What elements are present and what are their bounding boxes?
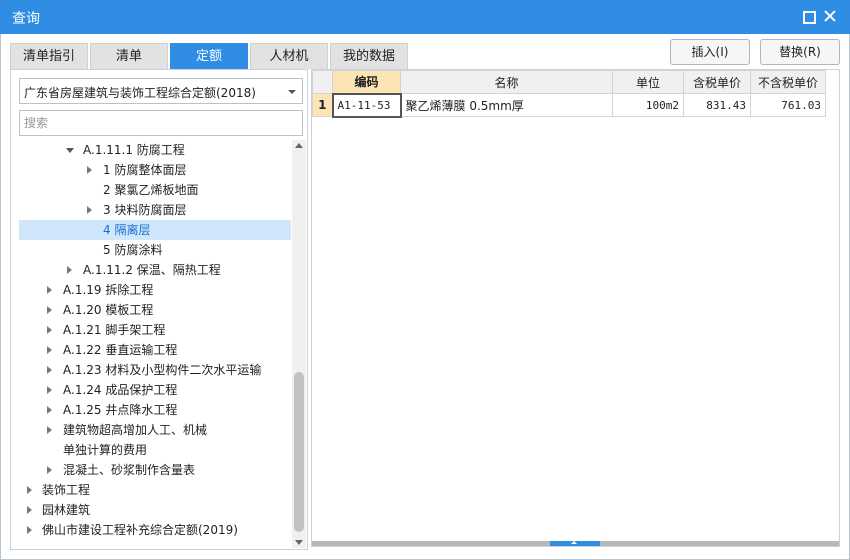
collapse-arrow-icon[interactable] <box>27 486 32 494</box>
header-notax-price[interactable]: 不含税单价 <box>750 70 826 94</box>
results-panel: 编码 名称 单位 含税单价 不含税单价 1 A1-11-53 聚乙烯薄膜 0.5… <box>311 69 840 547</box>
tab-list[interactable]: 清单 <box>90 43 168 69</box>
chevron-down-icon <box>288 90 296 94</box>
tree-node[interactable]: A.1.24 成品保护工程 <box>11 380 291 400</box>
tree-node[interactable]: 佛山市建设工程补充综合定额(2019) <box>11 520 291 540</box>
header-name[interactable]: 名称 <box>400 70 613 94</box>
tree-node-selected[interactable]: 4 隔离层 <box>19 220 291 240</box>
replace-button[interactable]: 替换(R) <box>760 39 840 65</box>
expand-arrow-icon[interactable] <box>66 148 74 153</box>
tab-list-guide[interactable]: 清单指引 <box>10 43 88 69</box>
tree-node[interactable]: 2 聚氯乙烯板地面 <box>11 180 291 200</box>
collapse-arrow-icon[interactable] <box>47 326 52 334</box>
cell-tax-price[interactable]: 831.43 <box>683 93 751 117</box>
tree-node[interactable]: A.1.20 模板工程 <box>11 300 291 320</box>
results-table: 编码 名称 单位 含税单价 不含税单价 1 A1-11-53 聚乙烯薄膜 0.5… <box>312 70 826 118</box>
table-header: 编码 名称 单位 含税单价 不含税单价 <box>312 70 826 94</box>
quota-tree: A.1.11.1 防腐工程 1 防腐整体面层 2 聚氯乙烯板地面 3 块料防腐面… <box>11 140 291 548</box>
quota-library-select[interactable]: 广东省房屋建筑与装饰工程综合定额(2018) <box>19 78 303 104</box>
tree-node[interactable]: A.1.11.1 防腐工程 <box>11 140 291 160</box>
scroll-up-icon[interactable] <box>295 143 303 148</box>
title-bar: 查询 <box>0 0 850 34</box>
row-number: 1 <box>312 93 333 117</box>
splitter-grip[interactable] <box>550 541 600 546</box>
collapse-arrow-icon[interactable] <box>47 366 52 374</box>
collapse-arrow-icon[interactable] <box>47 386 52 394</box>
close-icon[interactable] <box>822 8 838 24</box>
search-input[interactable] <box>19 110 303 136</box>
tab-labor-material-machine[interactable]: 人材机 <box>250 43 328 69</box>
tree-node[interactable]: A.1.25 井点降水工程 <box>11 400 291 420</box>
tree-node[interactable]: A.1.22 垂直运输工程 <box>11 340 291 360</box>
tree-node[interactable]: 建筑物超高增加人工、机械 <box>11 420 291 440</box>
select-value: 广东省房屋建筑与装饰工程综合定额(2018) <box>24 86 256 100</box>
tree-node[interactable]: 园林建筑 <box>11 500 291 520</box>
cell-name[interactable]: 聚乙烯薄膜 0.5mm厚 <box>400 93 613 117</box>
tab-my-data[interactable]: 我的数据 <box>330 43 408 69</box>
tree-node[interactable]: A.1.19 拆除工程 <box>11 280 291 300</box>
tree-node[interactable]: 3 块料防腐面层 <box>11 200 291 220</box>
tree-scrollbar[interactable] <box>292 140 306 548</box>
collapse-arrow-icon[interactable] <box>27 526 32 534</box>
maximize-icon[interactable] <box>800 8 816 24</box>
tree-node[interactable]: A.1.23 材料及小型构件二次水平运输 <box>11 360 291 380</box>
scroll-thumb[interactable] <box>294 372 304 532</box>
collapse-arrow-icon[interactable] <box>47 466 52 474</box>
header-unit[interactable]: 单位 <box>612 70 684 94</box>
tree-node[interactable]: 5 防腐涂料 <box>11 240 291 260</box>
tree-node[interactable]: 1 防腐整体面层 <box>11 160 291 180</box>
scroll-down-icon[interactable] <box>295 540 303 545</box>
tab-quota[interactable]: 定额 <box>170 43 248 69</box>
header-corner <box>312 70 333 94</box>
cell-notax-price[interactable]: 761.03 <box>750 93 826 117</box>
collapse-arrow-icon[interactable] <box>87 166 92 174</box>
tree-node[interactable]: 单独计算的费用 <box>11 440 291 460</box>
window-title: 查询 <box>12 11 40 27</box>
collapse-arrow-icon[interactable] <box>27 506 32 514</box>
collapse-arrow-icon[interactable] <box>47 426 52 434</box>
table-row[interactable]: 1 A1-11-53 聚乙烯薄膜 0.5mm厚 100m2 831.43 761… <box>312 92 826 118</box>
collapse-arrow-icon[interactable] <box>47 346 52 354</box>
insert-button[interactable]: 插入(I) <box>670 39 750 65</box>
cell-code[interactable]: A1-11-53 <box>331 92 402 118</box>
collapse-arrow-icon[interactable] <box>87 206 92 214</box>
left-panel: 广东省房屋建筑与装饰工程综合定额(2018) A.1.11.1 防腐工程 1 防… <box>10 69 308 550</box>
cell-unit[interactable]: 100m2 <box>612 93 684 117</box>
collapse-arrow-icon[interactable] <box>67 266 72 274</box>
tree-node[interactable]: 混凝土、砂浆制作含量表 <box>11 460 291 480</box>
collapse-arrow-icon[interactable] <box>47 286 52 294</box>
tree-node[interactable]: A.1.21 脚手架工程 <box>11 320 291 340</box>
header-code[interactable]: 编码 <box>332 70 401 94</box>
collapse-arrow-icon[interactable] <box>47 306 52 314</box>
tree-node[interactable]: 装饰工程 <box>11 480 291 500</box>
chevron-up-icon <box>571 541 577 544</box>
tree-node[interactable]: A.1.11.2 保温、隔热工程 <box>11 260 291 280</box>
header-tax-price[interactable]: 含税单价 <box>683 70 751 94</box>
collapse-arrow-icon[interactable] <box>47 406 52 414</box>
